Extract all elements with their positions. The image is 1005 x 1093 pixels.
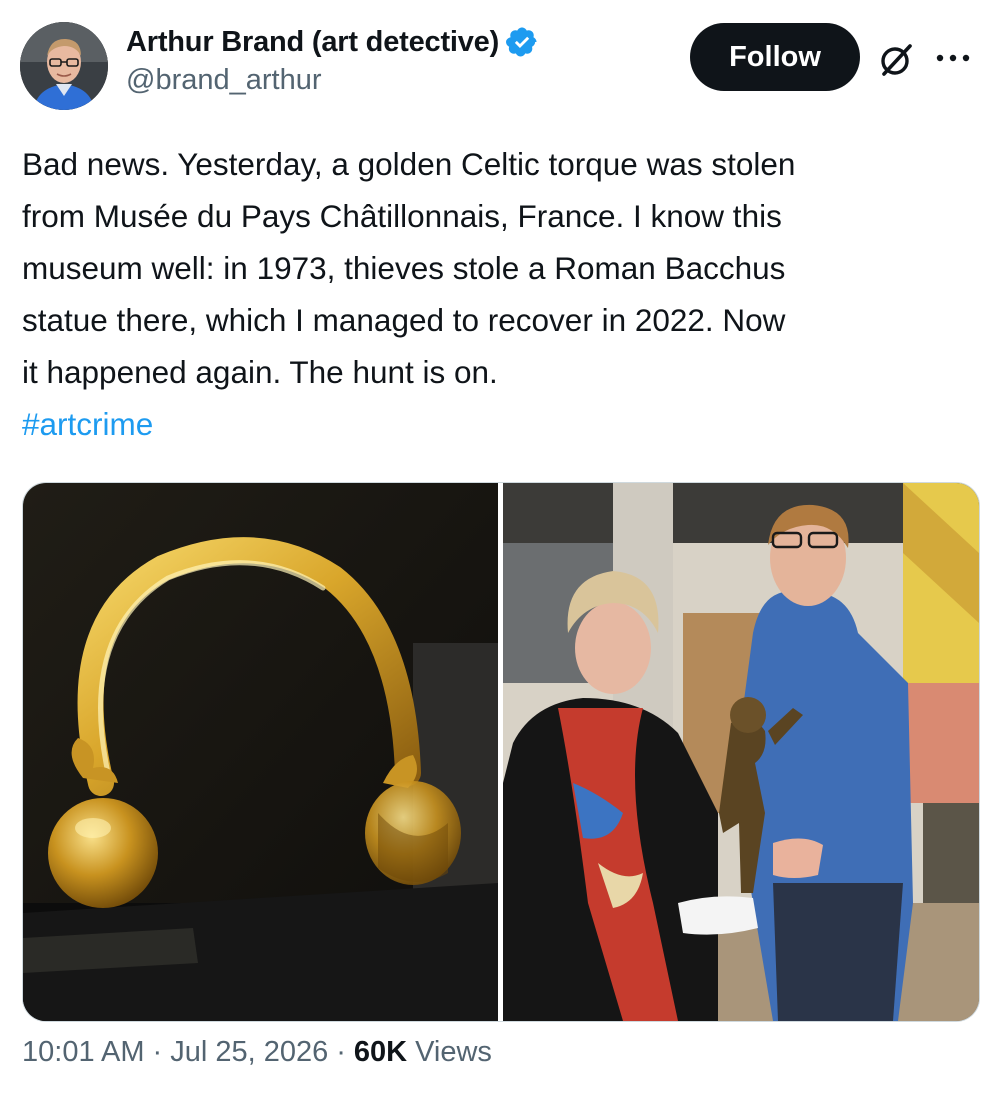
tweet-meta: 10:01 AM · Jul 25, 2026 · 60K Views: [22, 1036, 492, 1069]
display-name-row: Arthur Brand (art detective): [126, 22, 539, 62]
views-count[interactable]: 60K: [354, 1036, 407, 1069]
media-grid: [22, 482, 980, 1022]
photo-torque[interactable]: [23, 483, 498, 1021]
more-options-icon[interactable]: [930, 40, 978, 76]
tweet-text-line: from Musée du Pays Châtillonnais, France…: [22, 198, 782, 234]
hashtag-link[interactable]: #artcrime: [22, 406, 153, 442]
tweet-text-line: Bad news. Yesterday, a golden Celtic tor…: [22, 146, 796, 182]
follow-button[interactable]: Follow: [690, 23, 860, 91]
tweet-header: Arthur Brand (art detective) @brand_arth…: [20, 20, 985, 110]
tweet-time[interactable]: 10:01 AM: [22, 1036, 145, 1069]
tweet-text-line: statue there, which I managed to recover…: [22, 302, 786, 338]
tweet-date[interactable]: Jul 25, 2026: [170, 1036, 328, 1069]
meta-separator: ·: [152, 1036, 163, 1068]
tweet-text-line: it happened again. The hunt is on.: [22, 354, 498, 390]
display-name[interactable]: Arthur Brand (art detective): [126, 26, 499, 59]
author-names: Arthur Brand (art detective) @brand_arth…: [126, 22, 539, 97]
avatar[interactable]: [20, 22, 108, 110]
verified-badge-icon[interactable]: [505, 25, 539, 59]
views-label: Views: [415, 1036, 492, 1068]
tweet-text: Bad news. Yesterday, a golden Celtic tor…: [22, 138, 982, 450]
meta-separator: ·: [336, 1036, 346, 1068]
grok-icon[interactable]: [876, 40, 916, 80]
photo-bacchus-recovery[interactable]: [503, 483, 979, 1021]
tweet-text-line: museum well: in 1973, thieves stole a Ro…: [22, 250, 786, 286]
author-handle[interactable]: @brand_arthur: [126, 64, 539, 97]
